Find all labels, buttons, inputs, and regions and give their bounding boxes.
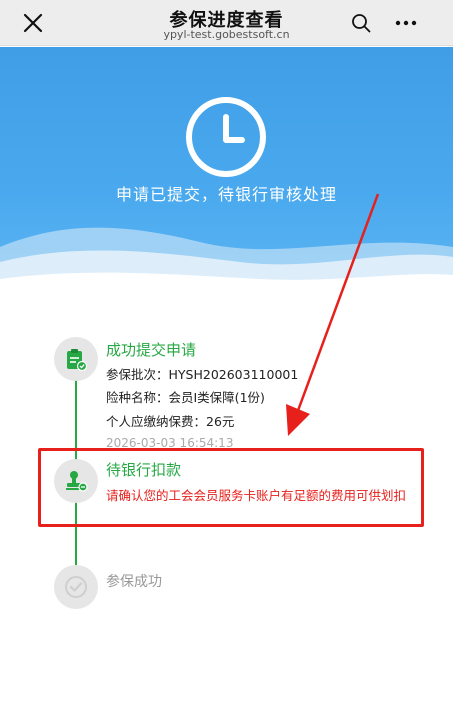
step-success-icon <box>54 565 98 609</box>
navigation-bar: 参保进度查看 ypyl-test.gobestsoft.cn <box>0 0 453 46</box>
step-title-submitted: 成功提交申请 <box>106 341 197 359</box>
step-submitted-icon <box>54 337 98 381</box>
page-url: ypyl-test.gobestsoft.cn <box>163 28 290 41</box>
clipboard-icon <box>67 349 88 371</box>
detail-batch: 参保批次：HYSH202603110001 <box>106 367 299 382</box>
status-message: 申请已提交，待银行审核处理 <box>115 185 337 204</box>
wave-decoration <box>0 227 453 292</box>
detail-insurance-type: 险种名称：会员I类保障(1份) <box>106 390 265 405</box>
clock-icon <box>186 97 266 177</box>
more-icon[interactable] <box>393 12 419 34</box>
highlight-box <box>38 448 424 527</box>
status-banner: 申请已提交，待银行审核处理 <box>0 47 453 292</box>
step-title-success: 参保成功 <box>106 574 162 590</box>
annotation-arrow <box>286 193 380 436</box>
check-circle-icon <box>65 576 87 598</box>
detail-premium: 个人应缴纳保费：26元 <box>106 414 235 429</box>
search-icon[interactable] <box>351 13 371 33</box>
